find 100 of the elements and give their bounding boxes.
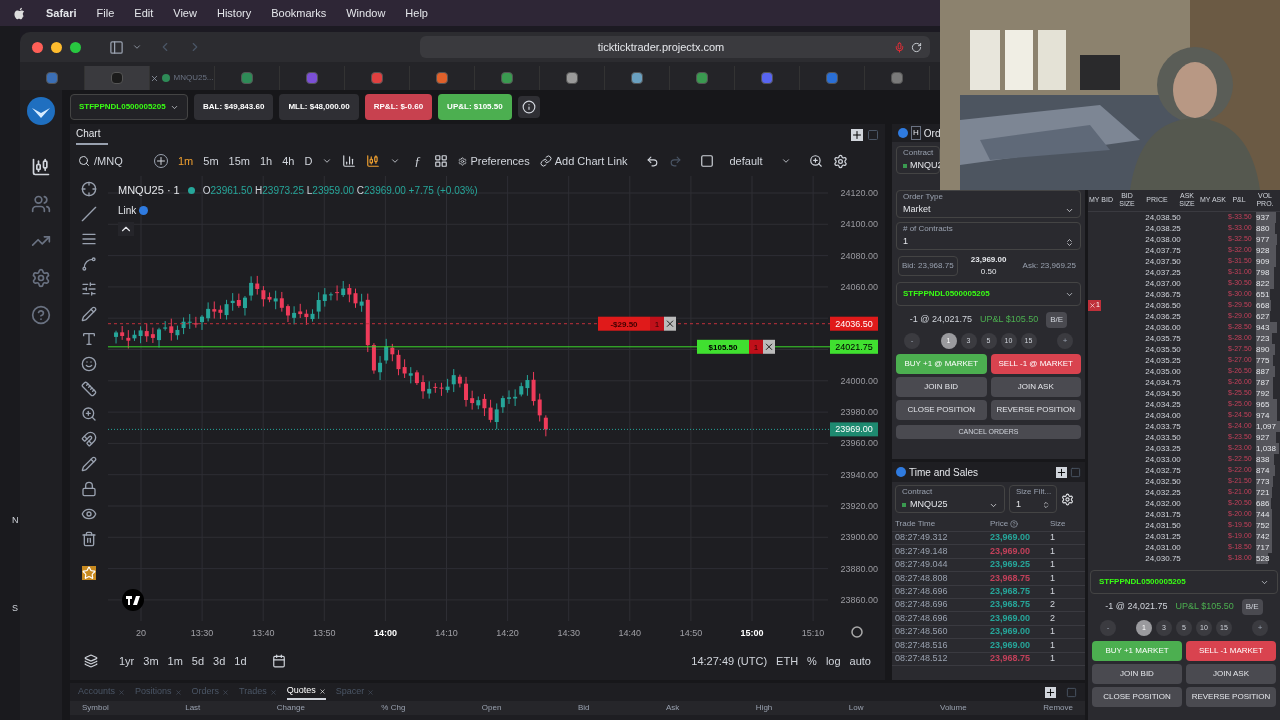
stepper-icon[interactable]	[1042, 501, 1050, 509]
range-button[interactable]: 3d	[213, 652, 226, 670]
ruler-icon[interactable]	[81, 381, 97, 397]
emoji-icon[interactable]	[81, 356, 97, 372]
minimize-window-icon[interactable]	[51, 41, 62, 53]
menu-item[interactable]: Help	[405, 4, 428, 22]
interval-button[interactable]: 4h	[282, 152, 295, 170]
help-icon[interactable]	[1010, 519, 1019, 528]
add-panel-icon[interactable]	[851, 129, 863, 141]
bid-field[interactable]: Bid: 23,968.75	[898, 256, 958, 276]
add-chart-link-button[interactable]: Add Chart Link	[539, 152, 628, 170]
reload-icon[interactable]	[911, 41, 922, 53]
users-nav-icon[interactable]	[31, 194, 51, 214]
range-button[interactable]: 5d	[191, 652, 205, 670]
range-button[interactable]: 3m	[143, 652, 159, 670]
account-dropdown[interactable]: STFPPNDL0500005205	[70, 94, 188, 120]
menu-item[interactable]: Window	[346, 4, 386, 22]
join-bid-button[interactable]: JOIN BID	[1092, 664, 1182, 684]
indicators-button[interactable]: ƒ	[410, 151, 425, 171]
trash-icon[interactable]	[81, 531, 97, 547]
break-even-button[interactable]: B/E	[1241, 599, 1263, 615]
sell-button[interactable]: SELL -1 MARKET	[1186, 641, 1276, 661]
session-button[interactable]: ETH	[776, 652, 799, 670]
order-type-dropdown[interactable]: Order Type Market	[896, 190, 1081, 218]
menu-item[interactable]: View	[173, 4, 197, 22]
candles-icon[interactable]	[366, 154, 381, 168]
break-even-button[interactable]: B/E	[1046, 312, 1068, 328]
address-bar[interactable]: tickticktrader.projectx.com	[420, 36, 930, 58]
panel-tab[interactable]: Quotes	[286, 684, 326, 700]
range-button[interactable]: 1d	[234, 652, 247, 670]
minus-button[interactable]: -	[904, 333, 920, 349]
quick-search-icon[interactable]	[808, 154, 823, 168]
info-icon[interactable]	[517, 96, 540, 118]
crosshair-icon[interactable]	[81, 181, 97, 197]
sidebar-icon[interactable]	[109, 39, 124, 55]
panel-tab[interactable]: Ord	[923, 125, 941, 141]
close-position-button[interactable]: CLOSE POSITION	[1092, 687, 1182, 707]
plus-button[interactable]: +	[1057, 333, 1073, 349]
menu-item[interactable]: Bookmarks	[271, 4, 327, 22]
go-to-date-icon[interactable]	[271, 654, 286, 668]
undo-icon[interactable]	[645, 154, 659, 168]
horizontal-lines-icon[interactable]	[81, 231, 97, 247]
settings-icon[interactable]	[851, 626, 863, 638]
account-dropdown[interactable]: STFPPNDL0500005205	[1090, 570, 1278, 594]
collapse-icon[interactable]	[118, 221, 134, 236]
symbol-search[interactable]: /MNQ	[78, 152, 144, 170]
menu-item[interactable]: History	[216, 4, 252, 22]
fibonacci-icon[interactable]	[81, 281, 97, 297]
add-panel-icon[interactable]	[1045, 686, 1056, 698]
close-window-icon[interactable]	[32, 41, 43, 53]
menu-item[interactable]: Edit	[134, 4, 154, 22]
range-button[interactable]: 1yr	[119, 652, 135, 670]
pattern-icon[interactable]	[81, 256, 97, 272]
interval-button[interactable]: 1m	[178, 152, 194, 170]
brush-icon[interactable]	[81, 306, 97, 322]
interval-button[interactable]: 15m	[228, 152, 250, 170]
lock-icon[interactable]	[81, 481, 97, 497]
add-panel-icon[interactable]	[1056, 466, 1067, 478]
scale-button[interactable]: %	[807, 652, 817, 670]
eye-icon[interactable]	[81, 506, 97, 522]
close-position-button[interactable]: CLOSE POSITION	[896, 400, 987, 420]
chevron-down-icon[interactable]	[132, 42, 142, 52]
join-ask-button[interactable]: JOIN ASK	[990, 377, 1081, 397]
interval-button[interactable]: 1h	[259, 152, 273, 170]
minus-button[interactable]: -	[1100, 620, 1116, 636]
help-icon[interactable]	[31, 305, 51, 325]
layout-icon[interactable]	[434, 154, 449, 168]
interval-button[interactable]: 5m	[203, 152, 219, 170]
plus-button[interactable]: +	[1252, 620, 1268, 636]
cancel-order-icon[interactable]	[763, 339, 775, 354]
zoom-icon[interactable]	[81, 406, 97, 422]
preferences-button[interactable]: Preferences	[458, 152, 530, 170]
trend-line-icon[interactable]	[81, 206, 97, 222]
reverse-position-button[interactable]: REVERSE POSITION	[990, 400, 1081, 420]
app-menu[interactable]: Safari	[46, 4, 77, 22]
text-icon[interactable]	[81, 331, 97, 347]
size-filter-field[interactable]: Size Filt... 1	[1009, 485, 1057, 513]
range-button[interactable]: 1m	[167, 652, 183, 670]
interval-button[interactable]: D	[304, 152, 313, 170]
zoom-window-icon[interactable]	[70, 41, 81, 53]
scale-button[interactable]: auto	[849, 652, 871, 670]
chart-nav-icon[interactable]	[31, 157, 51, 177]
caret-icon[interactable]	[322, 156, 333, 166]
stepper-icon[interactable]	[1065, 237, 1074, 247]
contracts-field[interactable]: # of Contracts 1	[896, 222, 1081, 250]
menu-item[interactable]: File	[96, 4, 115, 22]
lock-drawing-icon[interactable]	[81, 456, 97, 472]
close-tab-icon[interactable]	[150, 73, 160, 83]
layers-icon[interactable]	[84, 654, 98, 668]
toggle-icon[interactable]	[699, 154, 714, 168]
layout-dropdown[interactable]: default	[729, 152, 791, 170]
caret-icon[interactable]	[390, 156, 401, 166]
account-dropdown[interactable]: STFPPNDL0500005205	[896, 282, 1081, 306]
close-icon[interactable]	[318, 687, 326, 695]
contract-dropdown[interactable]: Contract MNQU25	[895, 485, 1005, 513]
magnet-icon[interactable]	[81, 431, 97, 447]
reverse-position-button[interactable]: REVERSE POSITION	[1186, 687, 1276, 707]
sell-button[interactable]: SELL -1 @ MARKET	[990, 354, 1081, 374]
join-bid-button[interactable]: JOIN BID	[896, 377, 987, 397]
scale-button[interactable]: log	[825, 652, 841, 670]
